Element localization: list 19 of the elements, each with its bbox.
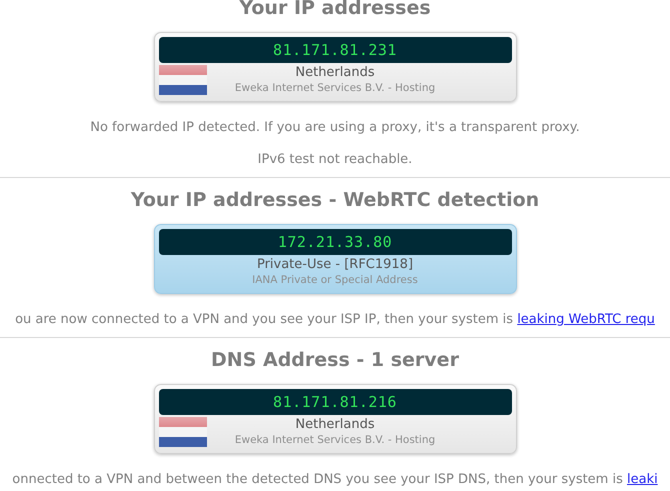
- note-text: ou are now connected to a VPN and you see your ISP IP, then your system is: [15, 312, 514, 327]
- provider-name: IANA Private or Special Address: [252, 273, 418, 287]
- provider-name: Eweka Internet Services B.V. - Hosting: [234, 433, 436, 447]
- leak-link[interactable]: leaki: [627, 472, 658, 487]
- flag-icon: [158, 417, 206, 447]
- note-text: No forwarded IP detected. If you are using a proxy, it's a transparent proxy.: [90, 120, 580, 136]
- location-name: Netherlands: [295, 65, 375, 81]
- note-text: IPv6 test not reachable.: [258, 152, 412, 168]
- section-title: DNS Address - 1 server: [211, 349, 459, 371]
- leak-link[interactable]: leaking WebRTC requ: [517, 312, 655, 327]
- ip-address: 81.171.81.216: [158, 389, 512, 415]
- location-name: Private-Use - [RFC1918]: [256, 257, 414, 273]
- note-text: onnected to a VPN and between the detected DNS you see your ISP DNS, then your system is: [12, 472, 624, 487]
- ip-address: 81.171.81.231: [158, 37, 512, 63]
- location-name: Netherlands: [295, 417, 375, 433]
- section-title: Your IP addresses - WebRTC detection: [130, 189, 540, 211]
- ip-address: 172.21.33.80: [158, 229, 512, 255]
- provider-name: Eweka Internet Services B.V. - Hosting: [234, 81, 436, 95]
- flag-icon: [158, 65, 206, 95]
